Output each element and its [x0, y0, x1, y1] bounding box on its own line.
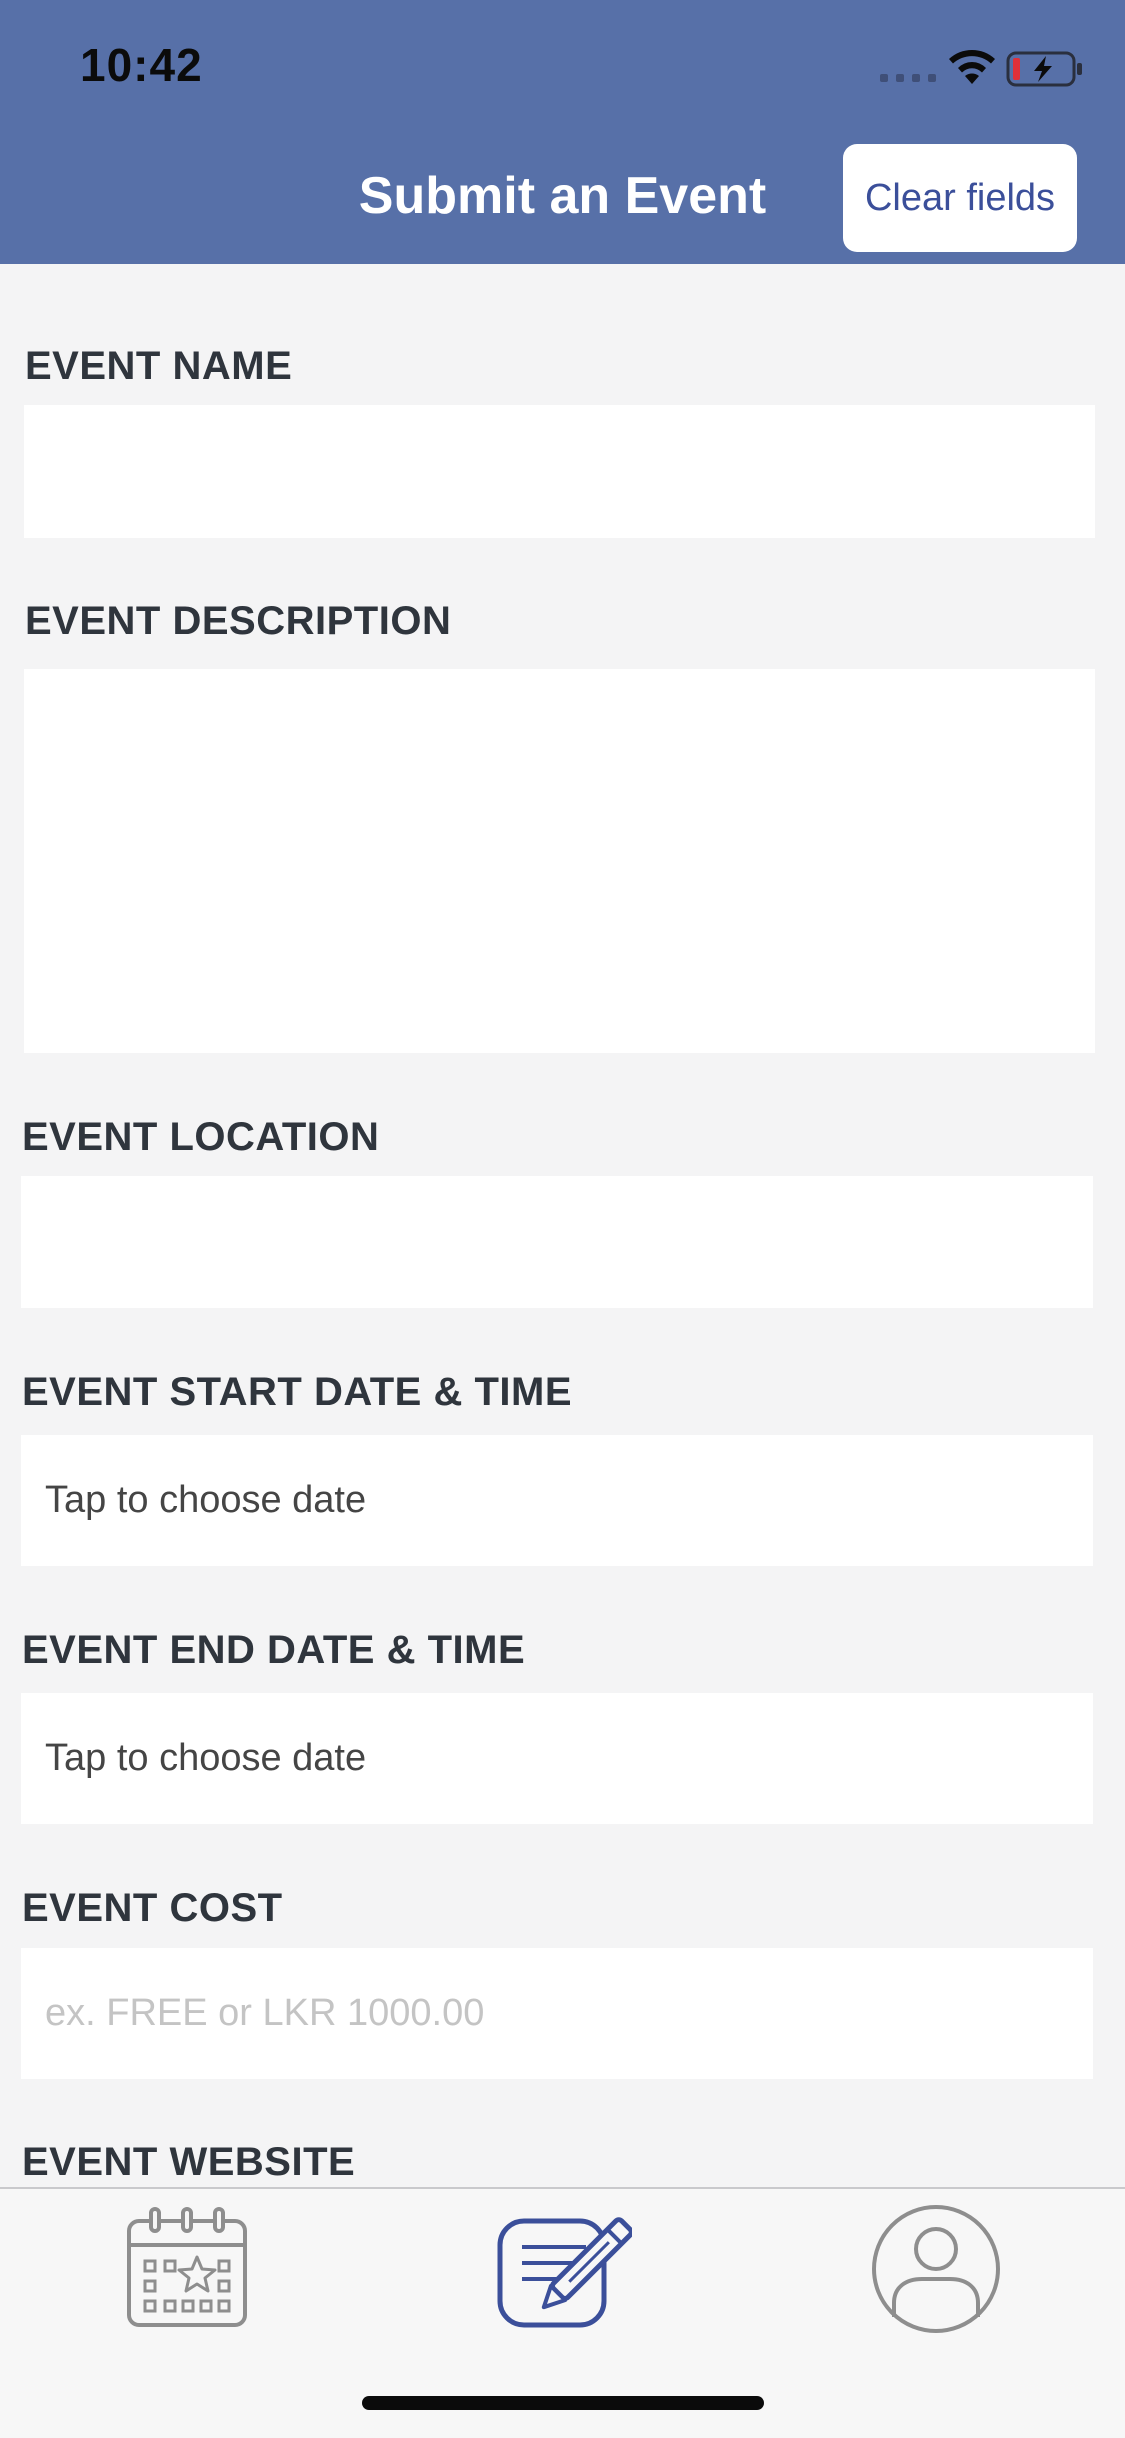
calendar-star-icon[interactable] — [117, 2199, 257, 2339]
home-indicator — [362, 2396, 764, 2410]
status-time: 10:42 — [80, 39, 203, 91]
header-bar: 10:42 Submit an Event Clear fields — [0, 0, 1125, 264]
cellular-signal-icon — [880, 74, 936, 82]
event-description-textarea[interactable] — [24, 669, 1095, 1053]
event-location-label: EVENT LOCATION — [22, 1115, 380, 1159]
edit-note-icon[interactable] — [492, 2199, 632, 2339]
event-name-label: EVENT NAME — [25, 344, 293, 388]
wifi-icon — [949, 50, 995, 84]
event-start-label: EVENT START DATE & TIME — [22, 1370, 573, 1414]
clear-fields-button[interactable]: Clear fields — [843, 144, 1077, 252]
event-end-label: EVENT END DATE & TIME — [22, 1628, 526, 1672]
event-cost-input[interactable]: ex. FREE or LKR 1000.00 — [21, 1948, 1093, 2079]
event-location-input[interactable] — [21, 1176, 1093, 1308]
event-name-input[interactable] — [24, 405, 1095, 538]
event-description-label: EVENT DESCRIPTION — [25, 599, 452, 643]
page-title-text: Submit an Event — [358, 167, 767, 225]
event-start-date-picker[interactable]: Tap to choose date — [21, 1435, 1093, 1566]
event-cost-label: EVENT COST — [22, 1886, 283, 1930]
profile-icon[interactable] — [866, 2199, 1006, 2339]
event-end-date-picker[interactable]: Tap to choose date — [21, 1693, 1093, 1824]
battery-charging-icon — [1006, 51, 1082, 87]
event-website-label: EVENT WEBSITE — [22, 2140, 356, 2184]
